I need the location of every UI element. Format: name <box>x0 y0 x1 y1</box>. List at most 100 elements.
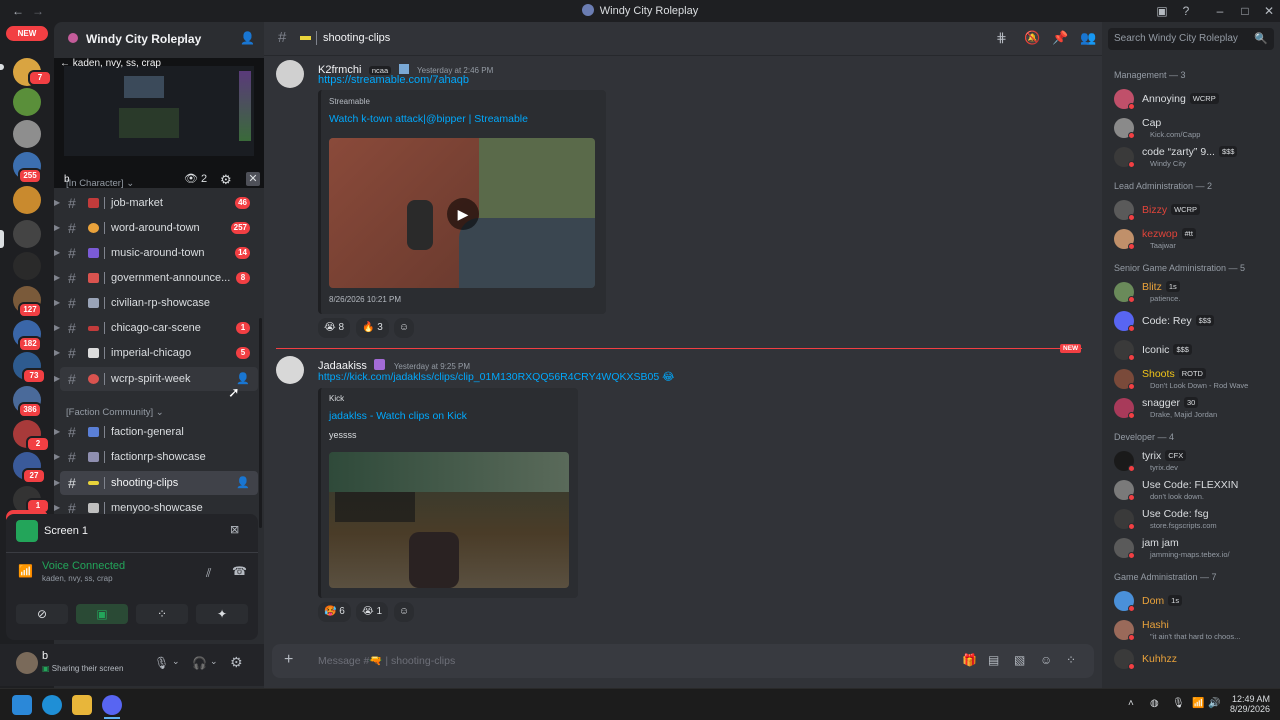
reaction[interactable]: 😭 1 <box>356 602 389 622</box>
clip-thumbnail[interactable] <box>329 452 569 588</box>
message-link[interactable]: https://streamable.com/7ahaqb <box>318 74 469 86</box>
channel-music-around-town[interactable]: ▶ # music-around-town 14 <box>54 241 258 265</box>
volume-icon[interactable]: 🔊 <box>1208 698 1220 709</box>
search-input[interactable]: Search Windy City Roleplay 🔍 <box>1108 28 1274 50</box>
channel-chicago-car-scene[interactable]: ▶ # chicago-car-scene 1 <box>54 316 258 340</box>
add-reaction-icon[interactable]: ☺ <box>394 602 414 622</box>
invite-icon[interactable]: 👤 <box>236 471 250 495</box>
threads-icon[interactable]: ⋕ <box>996 30 1007 46</box>
browser-icon[interactable] <box>42 695 62 715</box>
server-icon[interactable] <box>13 186 41 214</box>
message-link-text[interactable]: https://kick.com/jadaklss/clips/clip_01M… <box>318 371 659 383</box>
embed-provider[interactable]: Kick <box>329 394 344 403</box>
settings-gear-icon[interactable]: ⚙ <box>220 172 232 188</box>
embed-title[interactable]: Watch k-town attack|@bipper | Streamable <box>329 113 528 125</box>
avatar[interactable] <box>16 652 38 674</box>
channel-word-around-town[interactable]: ▶ # word-around-town 257 <box>54 216 258 240</box>
sidebar-scrollbar[interactable] <box>259 318 262 528</box>
message-link[interactable]: https://kick.com/jadaklss/clips/clip_01M… <box>318 371 674 383</box>
member-item[interactable]: Cap Kick.com/Capp <box>1110 115 1276 141</box>
embed-title[interactable]: jadaklss - Watch clips on Kick <box>329 410 467 422</box>
member-item[interactable]: Kuhhzz <box>1110 646 1276 672</box>
member-item[interactable]: Annoying WCRP <box>1110 86 1276 112</box>
microphone-tray-icon[interactable]: 🎙 <box>1172 698 1185 709</box>
reaction[interactable]: 😭 8 <box>318 318 351 338</box>
member-item[interactable]: kezwop #tt Taajwar <box>1110 226 1276 252</box>
disconnect-icon[interactable]: ☎ <box>232 564 247 578</box>
member-item[interactable]: code “zarty” 9... $$$ Windy City <box>1110 144 1276 170</box>
sticker-icon[interactable]: ▧ <box>1014 653 1025 667</box>
avatar[interactable] <box>276 356 304 384</box>
member-item[interactable]: Iconic $$$ <box>1110 337 1276 363</box>
server-header[interactable]: Windy City Roleplay ⌄ 👤 <box>54 22 264 56</box>
maximize-icon[interactable]: □ <box>1237 3 1253 19</box>
tray-chevron-icon[interactable]: ˄ <box>1128 698 1134 709</box>
new-unread-pill-top[interactable]: NEW <box>6 26 48 41</box>
screen-share-button[interactable]: ▣ <box>76 604 128 624</box>
channel-government-announcements[interactable]: ▶ # government-announce... 8 <box>54 266 258 290</box>
emoji-icon[interactable]: ☺ <box>1040 653 1052 667</box>
chevron-down-icon[interactable]: ⌄ <box>210 656 218 667</box>
server-icon[interactable] <box>13 88 41 116</box>
member-item[interactable]: Code: Rey $$$ <box>1110 308 1276 334</box>
member-item[interactable]: Hashi "it ain't that hard to choos... <box>1110 617 1276 643</box>
video-thumbnail[interactable]: ▶ <box>329 138 595 288</box>
member-item[interactable]: Blitz 1s patience. <box>1110 279 1276 305</box>
pin-icon[interactable]: 📌 <box>1052 30 1068 46</box>
message-input-placeholder[interactable]: Message #🔫 | shooting-clips <box>318 654 455 667</box>
server-icon[interactable] <box>13 220 41 248</box>
soundboard-button[interactable]: ✦ <box>196 604 248 624</box>
stream-preview[interactable]: ← kaden, nvy, ss, crap b 👁 2 ⚙ ✕ <box>54 58 264 188</box>
gif-icon[interactable]: ▤ <box>988 653 999 667</box>
headphones-icon[interactable]: 🎧 <box>192 656 207 670</box>
file-explorer-icon[interactable] <box>72 695 92 715</box>
member-item[interactable]: Shoots ROTD Don't Look Down - Rod Wave <box>1110 366 1276 392</box>
server-icon[interactable] <box>13 120 41 148</box>
close-screen-icon[interactable]: ⊠ <box>230 523 239 536</box>
user-settings-icon[interactable]: ⚙ <box>230 654 243 671</box>
member-item[interactable]: tyrix CFX tyrix.dev <box>1110 448 1276 474</box>
gift-icon[interactable]: 🎁 <box>962 653 977 667</box>
category-faction-community[interactable]: [Faction Community] ⌄ <box>66 407 164 418</box>
voice-status[interactable]: Voice Connected <box>42 560 125 572</box>
member-list-icon[interactable]: 👥 <box>1080 30 1096 46</box>
category-in-character[interactable]: [In Character] ⌄ <box>66 178 134 189</box>
add-member-icon[interactable]: 👤 <box>240 31 255 45</box>
help-icon[interactable]: ? <box>1178 3 1194 19</box>
mute-notifications-icon[interactable]: 🔕 <box>1024 30 1040 46</box>
member-item[interactable]: Use Code: FLEXXIN don't look down. <box>1110 477 1276 503</box>
channel-civilian-rp-showcase[interactable]: ▶ # civilian-rp-showcase <box>54 291 258 315</box>
close-stream-icon[interactable]: ✕ <box>246 172 260 186</box>
member-item[interactable]: jam jam jamming-maps.tebex.io/ <box>1110 535 1276 561</box>
microphone-icon[interactable]: 🎙 <box>154 656 169 670</box>
channel-imperial-chicago[interactable]: ▶ # imperial-chicago 5 <box>54 341 258 365</box>
tray-app-icon[interactable]: ◍ <box>1150 698 1159 709</box>
channel-shooting-clips[interactable]: ▶ # shooting-clips 👤 <box>54 471 258 495</box>
camera-off-button[interactable]: ⊘ <box>16 604 68 624</box>
close-window-icon[interactable]: ✕ <box>1261 3 1277 19</box>
reaction[interactable]: 🥵 6 <box>318 602 351 622</box>
member-item[interactable]: Bizzy WCRP <box>1110 197 1276 223</box>
minimize-icon[interactable]: – <box>1212 3 1228 19</box>
member-item[interactable]: snagger 30 Drake, Majid Jordan <box>1110 395 1276 421</box>
apps-icon[interactable]: ⁘ <box>1066 653 1076 667</box>
channel-faction-general[interactable]: ▶ # faction-general <box>54 420 258 444</box>
noise-suppression-icon[interactable]: ⫽ <box>206 566 211 581</box>
activities-button[interactable]: ⁘ <box>136 604 188 624</box>
avatar[interactable] <box>276 60 304 88</box>
wifi-icon[interactable]: 📶 <box>1192 698 1204 709</box>
message-composer[interactable]: + Message #🔫 | shooting-clips 🎁 ▤ ▧ ☺ ⁘ <box>272 644 1094 678</box>
embed-provider[interactable]: Streamable <box>329 97 370 106</box>
user-name[interactable]: b <box>42 650 48 662</box>
add-reaction-icon[interactable]: ☺ <box>394 318 414 338</box>
server-icon[interactable] <box>13 252 41 280</box>
clock[interactable]: 12:49 AM 8/29/2026 <box>1226 694 1270 714</box>
play-icon[interactable]: ▶ <box>447 198 479 230</box>
voice-channel-sub[interactable]: kaden, nvy, ss, crap <box>42 574 113 583</box>
member-item[interactable]: Dom 1s <box>1110 588 1276 614</box>
discord-taskbar-icon[interactable] <box>102 695 122 715</box>
reaction[interactable]: 🔥 3 <box>356 318 389 338</box>
channel-job-market[interactable]: ▶ # job-market 46 <box>54 191 258 215</box>
attach-plus-icon[interactable]: + <box>284 651 293 669</box>
chevron-down-icon[interactable]: ⌄ <box>172 656 180 667</box>
